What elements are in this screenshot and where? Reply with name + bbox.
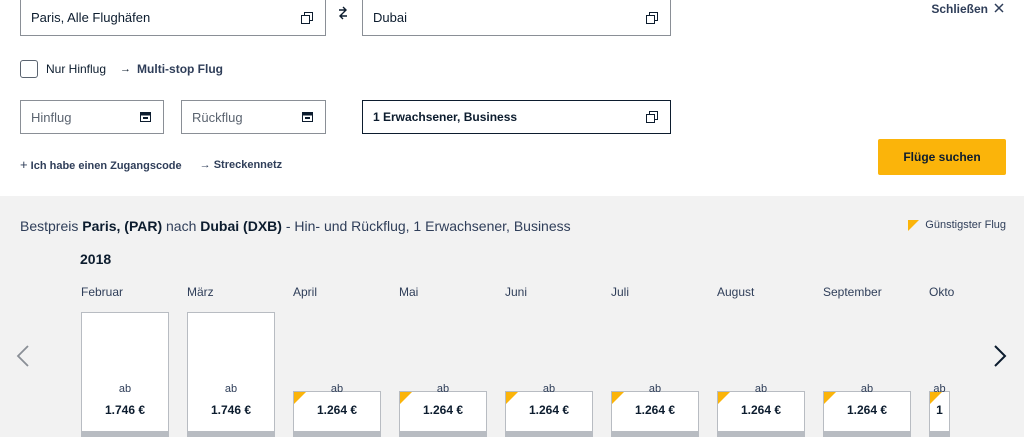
price-prefix: ab: [754, 383, 768, 395]
price-calendar: Bestpreis Paris, (PAR) nach Dubai (DXB) …: [0, 196, 1024, 437]
month-label: April: [293, 285, 318, 299]
price-bar[interactable]: ab 1: [929, 383, 950, 437]
access-code-link[interactable]: + Ich habe einen Zugangscode: [20, 157, 182, 172]
access-code-label: Ich habe einen Zugangscode: [30, 160, 182, 172]
price-prefix: ab: [330, 383, 344, 395]
close-button[interactable]: Schließen: [931, 2, 1004, 16]
price-value: 1.264 €: [422, 403, 464, 417]
price-prefix: ab: [118, 383, 132, 395]
price-value: 1.746 €: [104, 403, 146, 417]
trip-options: Nur Hinflug → Multi-stop Flug: [20, 59, 223, 79]
price-prefix: ab: [224, 383, 238, 395]
price-headline: Bestpreis Paris, (PAR) nach Dubai (DXB) …: [20, 218, 571, 234]
calendar-icon[interactable]: [299, 109, 315, 125]
cheapest-flag-icon: [908, 219, 920, 231]
price-bar[interactable]: ab 1.264 €: [293, 383, 381, 437]
month-label: Februar: [81, 285, 124, 299]
outbound-date-field[interactable]: Hinflug: [20, 100, 164, 134]
headline-prefix: Bestpreis: [20, 218, 79, 234]
price-value: 1.264 €: [634, 403, 676, 417]
expand-icon[interactable]: [644, 109, 660, 125]
price-prefix: ab: [860, 383, 874, 395]
price-value: 1.746 €: [210, 403, 252, 417]
destination-field[interactable]: Dubai: [362, 0, 671, 36]
price-value: 1: [936, 403, 943, 417]
price-value: 1.264 €: [846, 403, 888, 417]
price-bar[interactable]: ab 1.746 €: [187, 312, 275, 437]
month-label: September: [823, 285, 882, 299]
swap-icon[interactable]: [333, 6, 353, 28]
price-bar[interactable]: ab 1.746 €: [81, 312, 169, 437]
headline-suffix: - Hin- und Rückflug, 1 Erwachsener, Busi…: [285, 218, 571, 234]
price-bar[interactable]: ab 1.264 €: [823, 383, 911, 437]
extra-links: + Ich habe einen Zugangscode → Streckenn…: [20, 157, 282, 172]
month-label: Juni: [505, 285, 528, 299]
price-value: 1.264 €: [740, 403, 782, 417]
close-icon: [994, 2, 1004, 16]
multistop-link[interactable]: Multi-stop Flug: [137, 62, 223, 76]
month-label: Juli: [611, 285, 630, 299]
return-date-field[interactable]: Rückflug: [181, 100, 326, 134]
outbound-placeholder: Hinflug: [31, 109, 72, 125]
price-prefix: ab: [542, 383, 556, 395]
month-label: Mai: [399, 285, 419, 299]
destination-value: Dubai: [373, 10, 407, 25]
expand-icon[interactable]: [299, 10, 315, 26]
arrow-right-icon: →: [120, 63, 132, 75]
month-label: Okto: [929, 285, 955, 299]
calendar-icon[interactable]: [137, 109, 153, 125]
passenger-field[interactable]: 1 Erwachsener, Business: [362, 100, 671, 134]
return-placeholder: Rückflug: [192, 109, 243, 125]
price-prefix: ab: [436, 383, 450, 395]
plus-icon: +: [20, 157, 28, 172]
price-value: 1.264 €: [316, 403, 358, 417]
oneway-label[interactable]: Nur Hinflug: [46, 62, 106, 76]
legend-label: Günstigster Flug: [925, 219, 1006, 231]
search-flights-button[interactable]: Flüge suchen: [878, 139, 1006, 175]
arrow-right-icon: →: [199, 158, 211, 171]
month-label: August: [717, 285, 755, 299]
price-value: 1.264 €: [528, 403, 570, 417]
price-bar[interactable]: ab 1.264 €: [611, 383, 699, 437]
price-bar[interactable]: ab 1.264 €: [505, 383, 593, 437]
price-prefix: ab: [933, 383, 946, 395]
expand-icon[interactable]: [644, 10, 660, 26]
headline-origin: Paris, (PAR): [82, 218, 163, 234]
price-prefix: ab: [648, 383, 662, 395]
oneway-checkbox[interactable]: [20, 60, 38, 78]
close-label: Schließen: [931, 2, 988, 16]
passenger-value: 1 Erwachsener, Business: [373, 110, 518, 124]
headline-nach: nach: [166, 218, 197, 234]
year-label: 2018: [80, 251, 112, 267]
chevron-left-icon[interactable]: [16, 342, 30, 376]
month-label: März: [187, 285, 214, 299]
headline-destination: Dubai (DXB): [200, 218, 282, 234]
origin-value: Paris, Alle Flughäfen: [31, 10, 151, 25]
route-network-label: Streckennetz: [213, 158, 283, 171]
price-bar[interactable]: ab 1.264 €: [399, 383, 487, 437]
search-panel: Paris, Alle Flughäfen Dubai Schließen Nu…: [0, 0, 1024, 196]
cheapest-legend: Günstigster Flug: [908, 219, 1006, 231]
price-bar[interactable]: ab 1.264 €: [717, 383, 805, 437]
route-network-link[interactable]: → Streckennetz: [200, 159, 283, 171]
chevron-right-icon[interactable]: [993, 342, 1007, 376]
origin-field[interactable]: Paris, Alle Flughäfen: [20, 0, 326, 36]
